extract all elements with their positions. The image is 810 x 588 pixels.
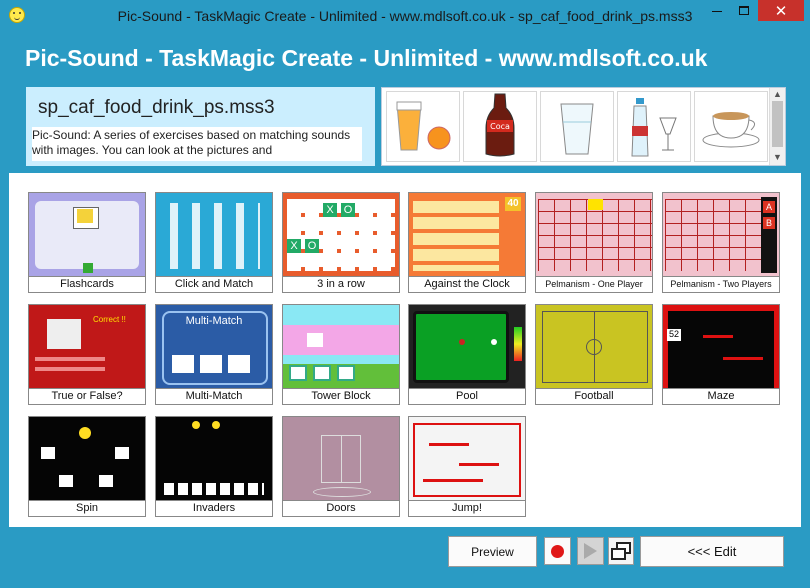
activity-3-in-a-row[interactable]: X O X O 3 in a row [282, 192, 400, 293]
activity-flashcards[interactable]: Flashcards [28, 192, 146, 293]
play-icon [584, 543, 597, 559]
activity-label: Pool [408, 389, 526, 405]
jump-thumbnail [408, 416, 526, 501]
activity-label: 3 in a row [282, 277, 400, 293]
activity-true-or-false[interactable]: Correct !! True or False? [28, 304, 146, 405]
scroll-down-icon[interactable]: ▼ [773, 152, 782, 162]
activity-label: Maze [662, 389, 780, 405]
invaders-thumbnail [155, 416, 273, 501]
footer-toolbar: Preview <<< Edit [0, 527, 810, 588]
activity-label: True or False? [28, 389, 146, 405]
activity-maze[interactable]: 52 Maze [662, 304, 780, 405]
scroll-up-icon[interactable]: ▲ [773, 89, 782, 99]
glass-of-water-picture[interactable] [540, 91, 614, 162]
maximize-button[interactable] [731, 0, 757, 21]
activity-label: Football [535, 389, 653, 405]
activity-against-the-clock[interactable]: 40 Against the Clock [408, 192, 526, 293]
maximize-icon [739, 6, 749, 15]
activity-label: Multi-Match [155, 389, 273, 405]
doors-thumbnail [282, 416, 400, 501]
svg-text:Coca: Coca [490, 122, 510, 131]
orange-juice-picture[interactable] [386, 91, 460, 162]
activity-pelmanism-one-player[interactable]: Pelmanism - One Player [535, 192, 653, 293]
window-title: Pic-Sound - TaskMagic Create - Unlimited… [117, 8, 693, 24]
picture-strip: Coca ▲ ▼ [381, 87, 786, 166]
cola-bottle-picture[interactable]: Coca [463, 91, 537, 162]
water-bottle-picture[interactable] [617, 91, 691, 162]
activity-label: Pelmanism - One Player [535, 277, 653, 293]
record-button[interactable] [544, 537, 571, 565]
activity-tower-block[interactable]: Tower Block [282, 304, 400, 405]
maze-thumbnail: 52 [662, 304, 780, 389]
activity-pelmanism-two-players[interactable]: A B Pelmanism - Two Players [662, 192, 780, 293]
flashcards-thumbnail [28, 192, 146, 277]
activity-label: Pelmanism - Two Players [662, 277, 780, 293]
football-thumbnail [535, 304, 653, 389]
activity-label: Spin [28, 501, 146, 517]
activity-label: Jump! [408, 501, 526, 517]
record-icon [551, 544, 564, 558]
activity-football[interactable]: Football [535, 304, 653, 405]
file-info-box: sp_caf_food_drink_ps.mss3 Pic-Sound: A s… [26, 87, 375, 166]
activities-panel: Flashcards Click and Match X O X O 3 in … [9, 173, 801, 527]
picture-strip-scrollbar[interactable]: ▲ ▼ [769, 88, 785, 165]
activity-label: Click and Match [155, 277, 273, 293]
pool-thumbnail [408, 304, 526, 389]
window-mode-button[interactable] [608, 537, 634, 565]
activity-jump[interactable]: Jump! [408, 416, 526, 517]
activity-label: Against the Clock [408, 277, 526, 293]
scrollbar-thumb[interactable] [772, 101, 783, 147]
true-or-false-thumbnail: Correct !! [28, 304, 146, 389]
activity-doors[interactable]: Doors [282, 416, 400, 517]
activity-label: Flashcards [28, 277, 146, 293]
activity-spin[interactable]: Spin [28, 416, 146, 517]
minimize-button[interactable] [704, 0, 730, 21]
activity-invaders[interactable]: Invaders [155, 416, 273, 517]
windows-icon [611, 542, 631, 560]
file-name: sp_caf_food_drink_ps.mss3 [38, 97, 275, 118]
title-bar: Pic-Sound - TaskMagic Create - Unlimited… [0, 0, 810, 31]
description-textbox[interactable]: Pic-Sound: A series of exercises based o… [32, 127, 362, 161]
activity-multi-match[interactable]: Multi-Match Multi-Match [155, 304, 273, 405]
activity-pool[interactable]: Pool [408, 304, 526, 405]
minimize-icon [712, 11, 722, 12]
pelmanism-one-player-thumbnail [535, 192, 653, 277]
close-button[interactable]: ✕ [758, 0, 804, 21]
activity-label: Tower Block [282, 389, 400, 405]
3-in-a-row-thumbnail: X O X O [282, 192, 400, 277]
cup-of-tea-picture[interactable] [694, 91, 768, 162]
spin-thumbnail [28, 416, 146, 501]
play-button[interactable] [577, 537, 604, 565]
edit-button[interactable]: <<< Edit [640, 536, 784, 567]
close-icon: ✕ [774, 2, 788, 20]
pelmanism-two-players-thumbnail: A B [662, 192, 780, 277]
click-and-match-thumbnail [155, 192, 273, 277]
header: Pic-Sound - TaskMagic Create - Unlimited… [9, 31, 801, 172]
app-heading: Pic-Sound - TaskMagic Create - Unlimited… [25, 45, 708, 71]
activity-label: Doors [282, 501, 400, 517]
activity-click-and-match[interactable]: Click and Match [155, 192, 273, 293]
activity-label: Invaders [155, 501, 273, 517]
multi-match-thumbnail: Multi-Match [155, 304, 273, 389]
preview-button[interactable]: Preview [448, 536, 537, 567]
against-the-clock-thumbnail: 40 [408, 192, 526, 277]
tower-block-thumbnail [282, 304, 400, 389]
